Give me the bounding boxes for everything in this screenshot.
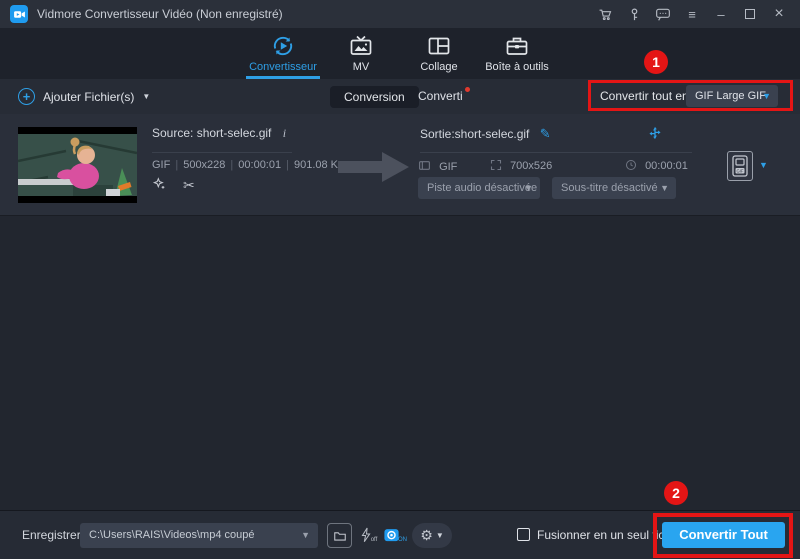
source-resolution: 500x228	[183, 159, 226, 171]
info-icon[interactable]: i	[283, 126, 286, 140]
output-format-info: GIF	[418, 159, 457, 173]
output-format: GIF	[439, 161, 458, 173]
format-icon	[418, 159, 431, 172]
output-resolution: 700x526	[510, 160, 553, 172]
output-file-name: Sortie:short-selec.gif	[420, 127, 530, 141]
collage-icon	[428, 37, 450, 55]
tab-label: Convertisseur	[249, 61, 317, 73]
cart-icon[interactable]	[594, 3, 616, 25]
tab-label: MV	[352, 61, 370, 73]
output-duration-info: 00:00:01	[625, 159, 688, 172]
output-format-value: GIF Large GIF	[695, 90, 766, 102]
add-files-label: Ajouter Fichier(s)	[43, 89, 135, 104]
save-path-value: C:\Users\RAIS\Videos\mp4 coupé	[89, 529, 255, 541]
title-bar: Vidmore Convertisseur Vidéo (Non enregis…	[0, 0, 800, 28]
tab-collage[interactable]: Collage	[400, 28, 478, 79]
file-row[interactable]: Source: short-selec.gif i GIF | 500x228 | 00…	[0, 114, 800, 216]
plus-circle-icon: +	[18, 88, 35, 105]
hw-off-tag: off	[370, 536, 378, 543]
toolbox-icon	[506, 37, 528, 55]
edit-effects-icon[interactable]	[151, 176, 167, 195]
annotation-step-2: 2	[664, 481, 688, 505]
tab-conversion[interactable]: Conversion	[330, 86, 419, 108]
source-file-name: Source: short-selec.gif	[152, 126, 272, 140]
minimize-button[interactable]: –	[710, 3, 732, 25]
source-meta: GIF | 500x228 | 00:00:01 | 901.08 Ko	[152, 159, 345, 171]
gpu-on-tag: ON	[398, 537, 407, 543]
move-item-icon[interactable]	[648, 126, 662, 143]
gear-icon: ⚙	[420, 527, 433, 543]
tab-convertisseur[interactable]: Convertisseur	[244, 28, 322, 79]
register-key-icon[interactable]	[623, 3, 645, 25]
tab-converti[interactable]: Converti	[418, 87, 470, 103]
convert-all-label: Convertir tout en:	[600, 89, 693, 103]
tab-mv[interactable]: MV	[322, 28, 400, 79]
clock-icon	[625, 159, 637, 171]
app-logo-icon	[10, 5, 28, 23]
output-resolution-info: 700x526	[490, 159, 552, 172]
chevron-down-icon: ▼	[301, 530, 310, 540]
rename-pencil-icon[interactable]: ✎	[540, 126, 551, 141]
subtitle-dropdown[interactable]: Sous-titre désactivé ▼	[552, 177, 676, 199]
chevron-down-icon: ▼	[524, 183, 533, 193]
open-folder-button[interactable]	[327, 523, 352, 548]
output-format-select[interactable]: GIF Large GIF ▼	[686, 85, 778, 107]
chevron-down-icon[interactable]: ▼	[142, 92, 150, 101]
source-duration: 00:00:01	[238, 159, 282, 171]
merge-files-checkbox[interactable]	[517, 528, 530, 541]
output-duration: 00:00:01	[645, 160, 688, 172]
gpu-acceleration-toggle[interactable]: ON	[383, 523, 407, 548]
chevron-down-icon: ▼	[435, 531, 444, 540]
maximize-button[interactable]	[739, 3, 761, 25]
divider	[152, 152, 292, 153]
subtitle-value: Sous-titre désactivé	[561, 182, 658, 194]
mv-icon	[350, 35, 372, 55]
video-thumbnail[interactable]	[17, 127, 138, 203]
format-badge-text: GIF	[737, 169, 744, 174]
tab-label: Boîte à outils	[485, 61, 549, 73]
source-file-title: Source: short-selec.gif i	[152, 126, 286, 141]
convert-direction-arrow-icon	[338, 150, 410, 187]
resolution-icon	[490, 159, 502, 171]
settings-button[interactable]: ⚙ ▼	[412, 523, 452, 548]
feedback-icon[interactable]	[652, 3, 674, 25]
annotation-step-1: 1	[644, 50, 668, 74]
close-button[interactable]: ×	[768, 3, 790, 25]
window-title: Vidmore Convertisseur Vidéo (Non enregis…	[37, 7, 283, 21]
converter-icon	[273, 36, 293, 56]
chevron-down-icon: ▼	[660, 183, 669, 193]
source-size: 901.08 Ko	[293, 159, 345, 171]
app-window: Vidmore Convertisseur Vidéo (Non enregis…	[0, 0, 800, 559]
divider	[420, 152, 692, 153]
cut-icon[interactable]: ✂	[183, 177, 195, 194]
per-file-format-button[interactable]: GIF	[727, 151, 753, 181]
tab-label: Collage	[420, 61, 458, 73]
audio-track-dropdown[interactable]: Piste audio désactivée ▼	[418, 177, 540, 199]
tab-converti-label: Converti	[418, 89, 463, 103]
menu-icon[interactable]: ≡	[681, 3, 703, 25]
chevron-down-icon: ▼	[762, 91, 771, 101]
maximize-icon	[745, 9, 755, 19]
source-format: GIF	[152, 159, 171, 171]
convert-all-button[interactable]: Convertir Tout	[662, 522, 785, 548]
tab-boite-a-outils[interactable]: Boîte à outils	[478, 28, 556, 79]
notification-dot	[464, 87, 470, 92]
save-to-label: Enregistrer:	[22, 528, 85, 542]
hardware-acceleration-toggle[interactable]: off	[356, 523, 380, 548]
toolbar: + Ajouter Fichier(s) ▼ Conversion Conver…	[0, 79, 800, 114]
bottom-bar: Enregistrer: C:\Users\RAIS\Videos\mp4 co…	[0, 510, 800, 559]
chevron-down-icon[interactable]: ▼	[759, 160, 768, 170]
audio-track-value: Piste audio désactivée	[427, 182, 538, 194]
add-files-button[interactable]: + Ajouter Fichier(s) ▼	[18, 79, 150, 114]
main-nav: Convertisseur MV Collage Boîte à outils	[0, 28, 800, 79]
output-file-title: Sortie:short-selec.gif ✎	[420, 126, 551, 142]
save-path-select[interactable]: C:\Users\RAIS\Videos\mp4 coupé ▼	[80, 523, 318, 548]
